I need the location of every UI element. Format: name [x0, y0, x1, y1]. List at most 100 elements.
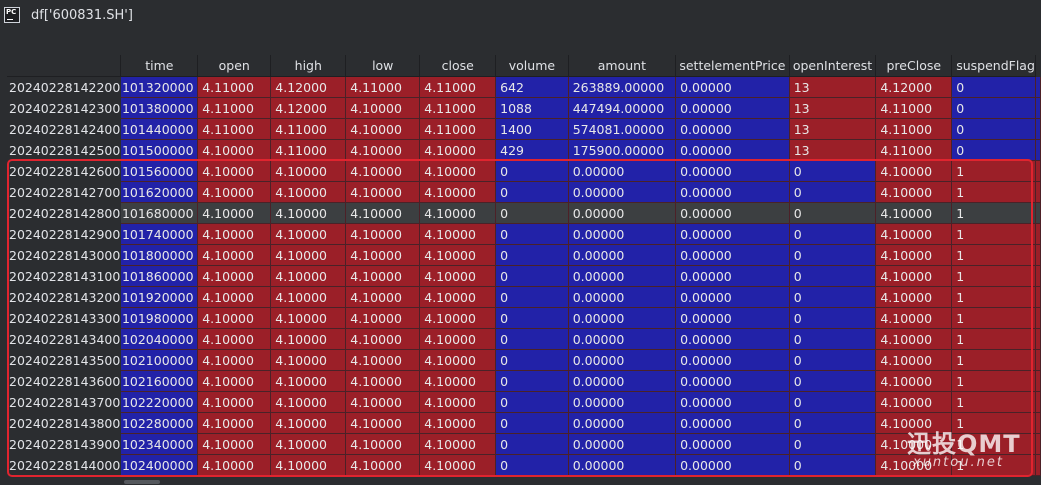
column-header[interactable]: amount [568, 55, 677, 77]
cell-time[interactable]: 101380000 [120, 97, 199, 119]
cell-time[interactable]: 101320000 [120, 76, 199, 98]
cell-volume[interactable]: 0 [495, 160, 569, 182]
cell-close[interactable]: 4.10000 [419, 286, 497, 308]
cell-suspendflag[interactable]: 1 [951, 370, 1036, 392]
scrollbar-thumb[interactable] [124, 480, 160, 484]
cell-openinterest[interactable]: 0 [789, 223, 877, 245]
cell-high[interactable]: 4.10000 [270, 349, 347, 371]
cell-openinterest[interactable]: 0 [789, 412, 877, 434]
cell-suspendflag[interactable]: 0 [951, 76, 1036, 98]
cell-preclose[interactable]: 4.10000 [875, 265, 953, 287]
cell-low[interactable]: 4.10000 [345, 433, 421, 455]
column-header[interactable]: volume [495, 55, 569, 77]
cell-suspendflag[interactable]: 1 [951, 223, 1036, 245]
cell-open[interactable]: 4.10000 [197, 244, 272, 266]
cell-close[interactable]: 4.10000 [419, 139, 497, 161]
cell-openinterest[interactable]: 13 [789, 139, 877, 161]
column-header[interactable]: openInterest [789, 55, 877, 77]
cell-high[interactable]: 4.10000 [270, 286, 347, 308]
cell-open[interactable]: 4.10000 [197, 412, 272, 434]
cell-settelementprice[interactable]: 0.00000 [675, 370, 790, 392]
cell-amount[interactable]: 0.00000 [568, 328, 677, 350]
table-row[interactable]: 20240228143500 102100000 4.10000 4.10000 4.1… [7, 349, 1041, 371]
cell-settelementprice[interactable]: 0.00000 [675, 223, 790, 245]
cell-preclose[interactable]: 4.11000 [875, 139, 953, 161]
cell-amount[interactable]: 0.00000 [568, 370, 677, 392]
cell-volume[interactable]: 0 [495, 181, 569, 203]
table-row[interactable]: 20240228142900 101740000 4.10000 4.10000 4.1… [7, 223, 1041, 245]
cell-open[interactable]: 4.10000 [197, 433, 272, 455]
cell-time[interactable]: 101620000 [120, 181, 199, 203]
cell-open[interactable]: 4.11000 [197, 118, 272, 140]
cell-high[interactable]: 4.10000 [270, 433, 347, 455]
cell-settelementprice[interactable]: 0.00000 [675, 307, 790, 329]
cell-open[interactable]: 4.10000 [197, 202, 272, 224]
cell-time[interactable]: 101860000 [120, 265, 199, 287]
cell-settelementprice[interactable]: 0.00000 [675, 391, 790, 413]
cell-close[interactable]: 4.10000 [419, 370, 497, 392]
cell-openinterest[interactable]: 0 [789, 265, 877, 287]
column-header[interactable]: suspendFlag [951, 55, 1036, 77]
cell-settelementprice[interactable]: 0.00000 [675, 97, 790, 119]
cell-preclose[interactable]: 4.11000 [875, 97, 953, 119]
cell-openinterest[interactable]: 0 [789, 202, 877, 224]
cell-close[interactable]: 4.10000 [419, 160, 497, 182]
cell-open[interactable]: 4.10000 [197, 265, 272, 287]
cell-suspendflag[interactable]: 1 [951, 181, 1036, 203]
cell-amount[interactable]: 263889.00000 [568, 76, 677, 98]
cell-open[interactable]: 4.10000 [197, 307, 272, 329]
cell-open[interactable]: 4.11000 [197, 76, 272, 98]
cell-open[interactable]: 4.10000 [197, 139, 272, 161]
cell-volume[interactable]: 0 [495, 307, 569, 329]
cell-time[interactable]: 101740000 [120, 223, 199, 245]
cell-preclose[interactable]: 4.10000 [875, 433, 953, 455]
cell-volume[interactable]: 0 [495, 433, 569, 455]
table-row[interactable]: 20240228143400 102040000 4.10000 4.10000 4.1… [7, 328, 1041, 350]
cell-high[interactable]: 4.10000 [270, 244, 347, 266]
cell-high[interactable]: 4.10000 [270, 181, 347, 203]
cell-preclose[interactable]: 4.10000 [875, 160, 953, 182]
cell-volume[interactable]: 0 [495, 286, 569, 308]
cell-close[interactable]: 4.10000 [419, 244, 497, 266]
cell-settelementprice[interactable]: 0.00000 [675, 433, 790, 455]
dataframe-grid[interactable]: time open high low close volume amount s… [7, 55, 1041, 476]
cell-preclose[interactable]: 4.10000 [875, 181, 953, 203]
cell-time[interactable]: 102340000 [120, 433, 199, 455]
cell-suspendflag[interactable]: 1 [951, 265, 1036, 287]
column-header[interactable]: high [270, 55, 347, 77]
cell-open[interactable]: 4.10000 [197, 370, 272, 392]
cell-amount[interactable]: 0.00000 [568, 433, 677, 455]
cell-openinterest[interactable]: 13 [789, 76, 877, 98]
cell-volume[interactable]: 0 [495, 223, 569, 245]
cell-low[interactable]: 4.10000 [345, 118, 421, 140]
column-header[interactable]: time [120, 55, 199, 77]
cell-preclose[interactable]: 4.10000 [875, 391, 953, 413]
cell-volume[interactable]: 0 [495, 349, 569, 371]
cell-open[interactable]: 4.10000 [197, 286, 272, 308]
cell-settelementprice[interactable]: 0.00000 [675, 286, 790, 308]
cell-suspendflag[interactable]: 1 [951, 454, 1036, 476]
cell-preclose[interactable]: 4.12000 [875, 76, 953, 98]
cell-openinterest[interactable]: 0 [789, 391, 877, 413]
cell-close[interactable]: 4.10000 [419, 202, 497, 224]
cell-close[interactable]: 4.10000 [419, 349, 497, 371]
cell-settelementprice[interactable]: 0.00000 [675, 265, 790, 287]
cell-openinterest[interactable]: 0 [789, 286, 877, 308]
cell-open[interactable]: 4.10000 [197, 454, 272, 476]
cell-low[interactable]: 4.10000 [345, 139, 421, 161]
cell-high[interactable]: 4.12000 [270, 97, 347, 119]
cell-open[interactable]: 4.10000 [197, 328, 272, 350]
cell-openinterest[interactable]: 0 [789, 181, 877, 203]
cell-low[interactable]: 4.11000 [345, 76, 421, 98]
cell-settelementprice[interactable]: 0.00000 [675, 412, 790, 434]
cell-volume[interactable]: 0 [495, 370, 569, 392]
cell-volume[interactable]: 0 [495, 454, 569, 476]
table-row[interactable]: 20240228143300 101980000 4.10000 4.10000 4.1… [7, 307, 1041, 329]
cell-suspendflag[interactable]: 1 [951, 349, 1036, 371]
cell-preclose[interactable]: 4.10000 [875, 307, 953, 329]
cell-volume[interactable]: 0 [495, 412, 569, 434]
cell-openinterest[interactable]: 0 [789, 244, 877, 266]
cell-suspendflag[interactable]: 0 [951, 139, 1036, 161]
cell-suspendflag[interactable]: 1 [951, 328, 1036, 350]
cell-amount[interactable]: 0.00000 [568, 412, 677, 434]
